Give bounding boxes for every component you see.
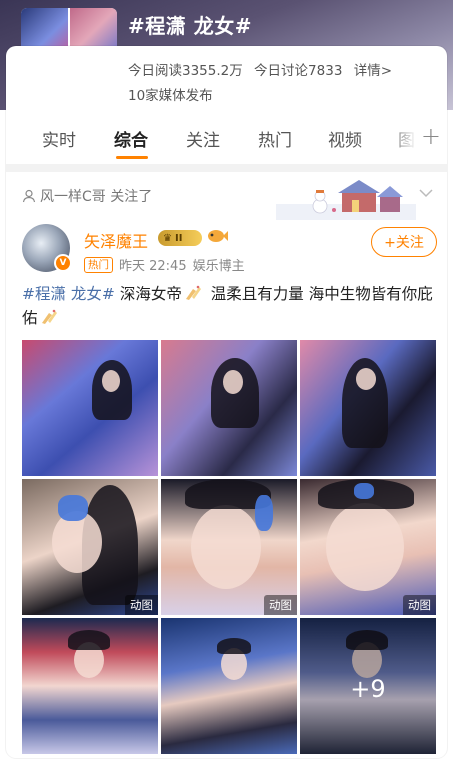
post-image[interactable]: +9 — [300, 618, 436, 754]
hot-tag: 热门 — [84, 256, 113, 273]
topic-card: 今日阅读3355.2万 今日讨论7833 详情> 10家媒体发布 实时 综合 关… — [6, 46, 447, 758]
post-image[interactable] — [161, 340, 297, 476]
post-image[interactable]: 动图 — [161, 479, 297, 615]
hashtag-link[interactable]: #程潇 龙女# — [22, 285, 115, 303]
post-image[interactable]: 动图 — [22, 479, 158, 615]
verified-badge-icon: V — [54, 254, 72, 272]
tab-fade — [387, 118, 417, 158]
topic-title: #程潇 龙女# — [128, 14, 252, 38]
author-name[interactable]: 矢泽魔王 — [84, 228, 148, 252]
read-count: 今日阅读3355.2万 — [128, 63, 243, 79]
snow-house-decoration — [276, 180, 416, 220]
post-image[interactable] — [161, 618, 297, 754]
tab-realtime[interactable]: 实时 — [42, 126, 76, 151]
post-source: 娱乐博主 — [192, 259, 245, 274]
topic-stats: 今日阅读3355.2万 今日讨论7833 详情> — [128, 59, 399, 79]
tab-following[interactable]: 关注 — [186, 126, 220, 151]
follow-notice-text: 风一样C哥 关注了 — [40, 189, 153, 205]
more-images-count: +9 — [300, 618, 436, 754]
tab-comprehensive[interactable]: 综合 — [114, 126, 148, 151]
tab-video[interactable]: 视频 — [328, 126, 362, 151]
crown-level-badge: ♛ II — [158, 230, 202, 246]
person-icon — [22, 189, 36, 203]
tab-hot[interactable]: 热门 — [258, 126, 292, 151]
add-tab-icon[interactable]: + — [421, 122, 441, 150]
divider — [6, 164, 447, 172]
active-tab-indicator — [116, 156, 148, 159]
crown-icon: ♛ — [163, 232, 172, 244]
animated-badge: 动图 — [403, 595, 436, 615]
media-count[interactable]: 10家媒体发布 — [128, 84, 213, 104]
post-time: 昨天 22:45 — [119, 259, 187, 274]
discussion-count: 今日讨论7833 — [254, 63, 343, 79]
post-image[interactable] — [22, 618, 158, 754]
follow-button[interactable]: +关注 — [371, 227, 437, 257]
tab-bar: 实时 综合 关注 热门 视频 图 + — [6, 118, 447, 160]
fish-icon — [208, 230, 228, 242]
animated-badge: 动图 — [264, 595, 297, 615]
cheers-emoji-icon — [185, 285, 201, 300]
level-label: II — [174, 232, 183, 244]
cheers-emoji-icon — [41, 309, 57, 324]
details-link[interactable]: 详情> — [354, 63, 392, 79]
post-image[interactable] — [300, 340, 436, 476]
animated-badge: 动图 — [125, 595, 158, 615]
post-text: #程潇 龙女# 深海女帝 温柔且有力量 海中生物皆有你庇佑 — [22, 282, 442, 330]
chevron-down-icon[interactable] — [419, 189, 433, 198]
post-meta: 热门 昨天 22:45 娱乐博主 — [84, 255, 245, 274]
follow-notice: 风一样C哥 关注了 — [22, 186, 152, 206]
post-image[interactable] — [22, 340, 158, 476]
post-image[interactable]: 动图 — [300, 479, 436, 615]
post-text-part1: 深海女帝 — [119, 285, 182, 303]
